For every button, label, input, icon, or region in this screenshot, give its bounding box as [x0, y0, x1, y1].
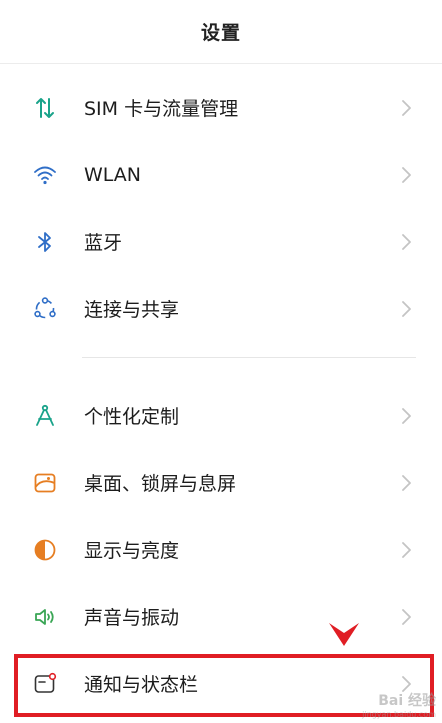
settings-group-display: 个性化定制 桌面、锁屏与息屏 显示与亮度 声音与振动 通知与状态栏 — [0, 382, 442, 717]
chevron-right-icon — [398, 474, 414, 491]
chevron-right-icon — [398, 233, 414, 250]
sound-icon — [32, 604, 58, 630]
sim-data-icon — [32, 95, 58, 121]
wifi-icon — [32, 162, 58, 188]
chevron-right-icon — [398, 166, 414, 183]
watermark-url: jingyan.baidu.com — [362, 710, 436, 719]
settings-item-wallpaper[interactable]: 桌面、锁屏与息屏 — [0, 449, 442, 516]
chevron-right-icon — [398, 99, 414, 116]
display-brightness-icon — [32, 537, 58, 563]
bluetooth-icon — [32, 229, 58, 255]
settings-item-label: 通知与状态栏 — [84, 674, 199, 696]
settings-item-label: SIM 卡与流量管理 — [84, 98, 239, 120]
settings-item-sim[interactable]: SIM 卡与流量管理 — [0, 74, 442, 141]
personalize-icon — [32, 403, 58, 429]
settings-item-label: 蓝牙 — [84, 232, 123, 254]
settings-item-label: 声音与振动 — [84, 607, 180, 629]
settings-item-label: 连接与共享 — [84, 299, 180, 321]
wallpaper-icon — [32, 470, 58, 496]
settings-item-display[interactable]: 显示与亮度 — [0, 516, 442, 583]
notification-icon — [32, 671, 58, 697]
watermark-logo: Bai 经验 — [378, 693, 436, 709]
chevron-right-icon — [398, 541, 414, 558]
section-divider — [82, 357, 416, 358]
watermark: Bai 经验 jingyan.baidu.com — [362, 690, 436, 719]
chevron-right-icon — [398, 300, 414, 317]
settings-item-label: 个性化定制 — [84, 406, 180, 428]
settings-item-label: 显示与亮度 — [84, 540, 180, 562]
settings-item-label: WLAN — [84, 163, 142, 186]
chevron-right-icon — [398, 608, 414, 625]
connection-share-icon — [32, 296, 58, 322]
settings-group-network: SIM 卡与流量管理 WLAN 蓝牙 连接与共享 — [0, 64, 442, 342]
chevron-right-icon — [398, 407, 414, 424]
settings-item-label: 桌面、锁屏与息屏 — [84, 473, 237, 495]
page-title: 设置 — [200, 22, 241, 44]
settings-item-bluetooth[interactable]: 蓝牙 — [0, 208, 442, 275]
settings-item-sound[interactable]: 声音与振动 — [0, 583, 442, 650]
settings-item-wlan[interactable]: WLAN — [0, 141, 442, 208]
settings-item-personalize[interactable]: 个性化定制 — [0, 382, 442, 449]
settings-header: 设置 — [0, 0, 442, 64]
settings-item-connection[interactable]: 连接与共享 — [0, 275, 442, 342]
